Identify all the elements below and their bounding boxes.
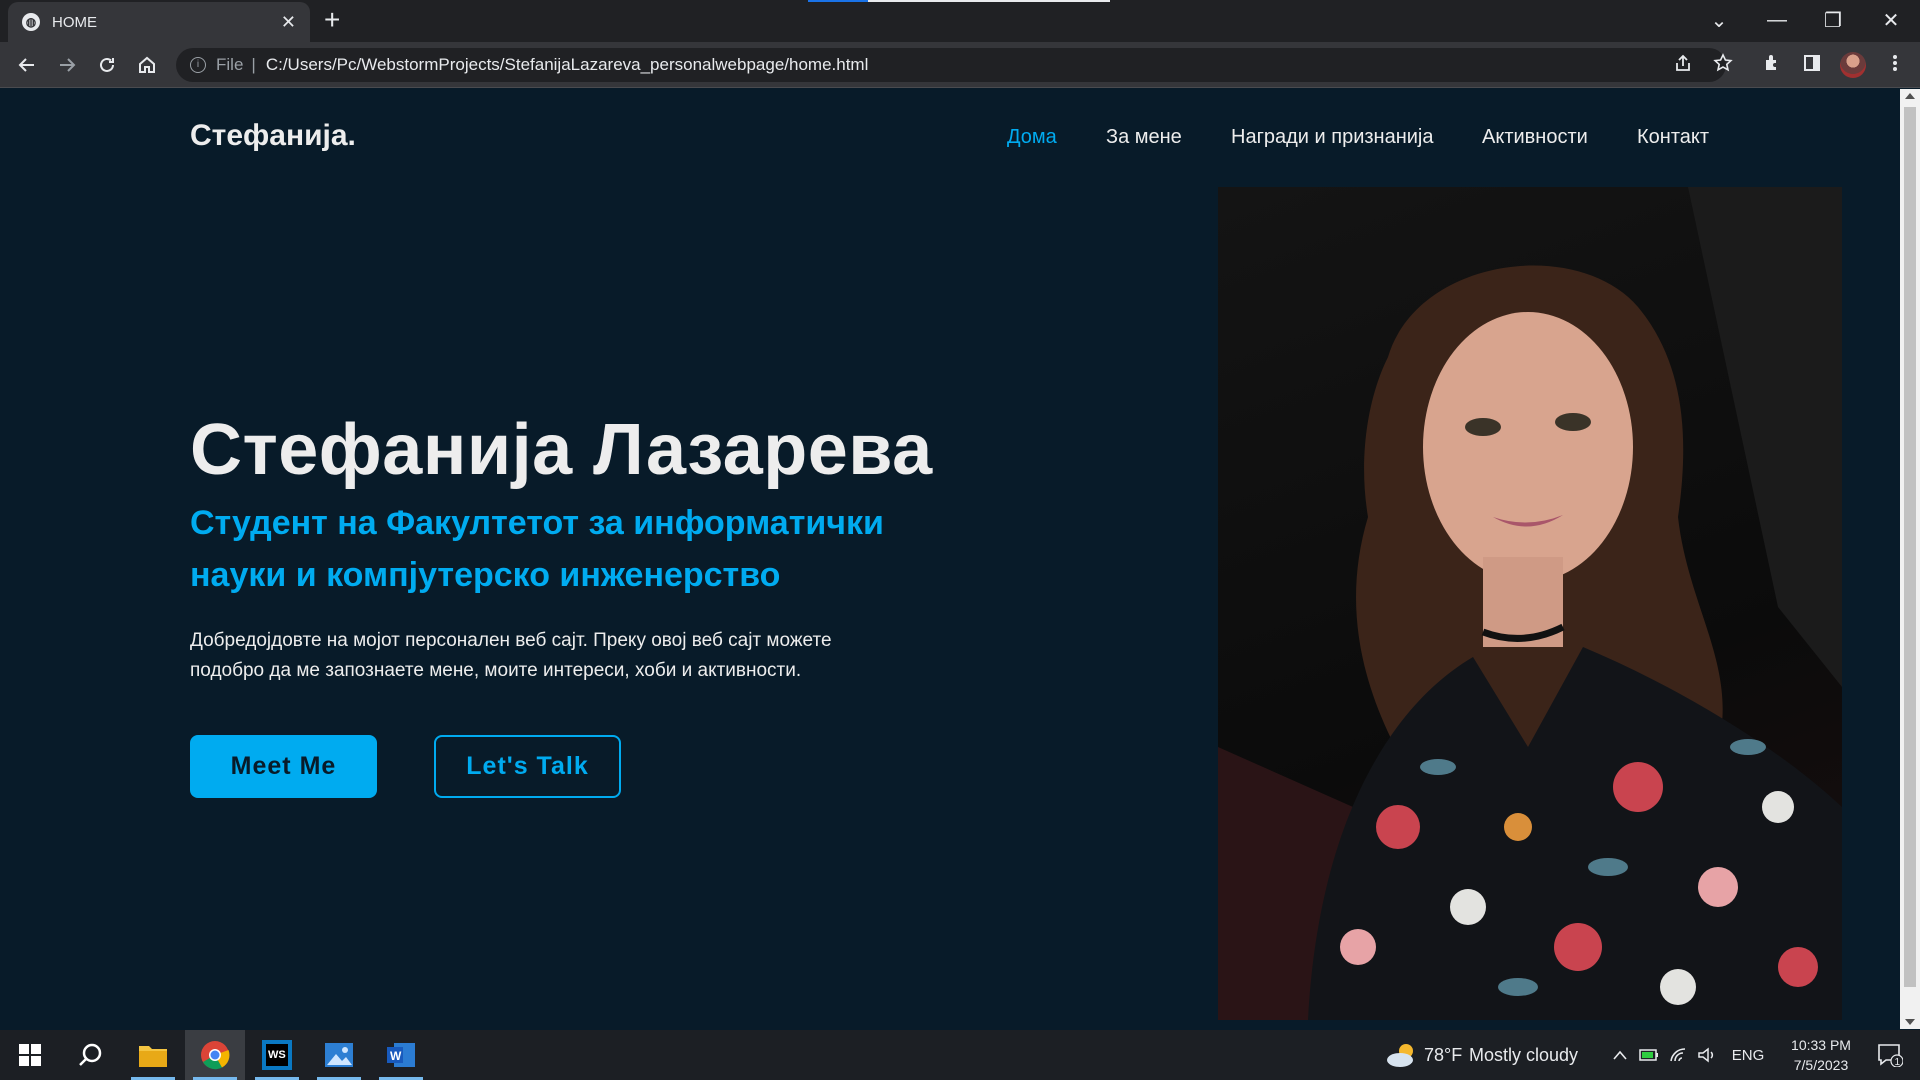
nav-link-activities[interactable]: Активности	[1482, 126, 1588, 149]
tab-title: HOME	[52, 13, 97, 31]
weather-temperature[interactable]: 78°F	[1424, 1045, 1462, 1066]
hero-subtitle: Студент на Факултетот за информатички на…	[190, 504, 884, 594]
clock-time: 10:33 PM	[1791, 1037, 1851, 1053]
nav-link-home[interactable]: Дома	[1007, 126, 1057, 149]
back-icon[interactable]	[12, 50, 42, 80]
side-panel-icon[interactable]	[1797, 48, 1827, 78]
wifi-icon[interactable]	[1666, 1030, 1692, 1080]
meet-me-button[interactable]: Meet Me	[190, 735, 377, 798]
nav-link-about[interactable]: За мене	[1106, 126, 1182, 149]
bookmark-star-icon[interactable]	[1708, 48, 1738, 78]
url-text[interactable]: C:/Users/Pc/WebstormProjects/StefanijaLa…	[266, 55, 869, 75]
hero-intro-text: Добредојдовте на мојот персонален веб са…	[190, 630, 832, 681]
scroll-down-arrow-icon[interactable]	[1905, 1019, 1915, 1025]
nav-link-awards[interactable]: Награди и признанија	[1231, 126, 1433, 149]
scrollbar-thumb[interactable]	[1904, 107, 1916, 987]
chrome-taskbar-icon[interactable]	[185, 1030, 245, 1080]
svg-text:W: W	[390, 1049, 402, 1063]
site-logo[interactable]: Стефанија.	[190, 119, 356, 153]
webpage: Стефанија. Дома За мене Награди и призна…	[0, 89, 1900, 1029]
weather-cloud-icon[interactable]	[1382, 1030, 1422, 1080]
browser-toolbar: i File | C:/Users/Pc/WebstormProjects/St…	[0, 42, 1920, 88]
reload-icon[interactable]	[92, 50, 122, 80]
scheme-label: File	[216, 55, 244, 74]
minimize-button[interactable]: —	[1752, 4, 1802, 36]
nav-link-contact[interactable]: Контакт	[1637, 126, 1709, 149]
address-bar[interactable]: i File | C:/Users/Pc/WebstormProjects/St…	[176, 48, 1726, 82]
weather-condition[interactable]: Mostly cloudy	[1469, 1045, 1578, 1066]
browser-tab[interactable]: ◍ HOME ✕	[8, 2, 310, 42]
clock-date: 7/5/2023	[1793, 1057, 1849, 1073]
language-indicator[interactable]: ENG	[1726, 1030, 1770, 1080]
close-tab-icon[interactable]: ✕	[281, 12, 296, 33]
tab-strip-indicator-accent	[808, 0, 868, 2]
site-info-icon[interactable]: i	[190, 57, 206, 73]
page-scrollbar[interactable]	[1900, 89, 1920, 1029]
lets-talk-button[interactable]: Let's Talk	[434, 735, 621, 798]
file-explorer-icon[interactable]	[123, 1030, 183, 1080]
scheme-separator: |	[251, 55, 256, 74]
volume-icon[interactable]	[1694, 1030, 1720, 1080]
clock[interactable]: 10:33 PM 7/5/2023	[1776, 1030, 1866, 1080]
browser-titlebar: ◍ HOME ✕ + ⌄ — ❐ ✕	[0, 0, 1920, 42]
chevron-up-icon[interactable]	[1608, 1030, 1632, 1080]
tab-search-icon[interactable]: ⌄	[1694, 4, 1744, 36]
notifications-icon[interactable]: 1	[1868, 1030, 1912, 1080]
battery-icon[interactable]	[1636, 1030, 1662, 1080]
home-icon[interactable]	[132, 50, 162, 80]
svg-text:WS: WS	[268, 1049, 286, 1061]
close-window-button[interactable]: ✕	[1866, 4, 1916, 36]
windows-taskbar: WS W 78°F Mostly cloudy ENG 10:33 PM 7/5…	[0, 1030, 1920, 1080]
profile-avatar[interactable]	[1840, 52, 1866, 78]
globe-icon: ◍	[22, 13, 40, 31]
svg-text:1: 1	[1895, 1057, 1901, 1067]
browser-menu-icon[interactable]	[1880, 48, 1910, 78]
windows-start-icon[interactable]	[0, 1030, 60, 1080]
webstorm-icon[interactable]: WS	[247, 1030, 307, 1080]
restore-button[interactable]: ❐	[1808, 4, 1858, 36]
profile-photo	[1218, 187, 1842, 1020]
forward-icon[interactable]	[52, 50, 82, 80]
search-icon[interactable]	[60, 1030, 120, 1080]
photos-icon[interactable]	[309, 1030, 369, 1080]
hero-name: Стефанија Лазарева	[190, 410, 933, 490]
share-icon[interactable]	[1668, 48, 1698, 78]
extensions-icon[interactable]	[1757, 48, 1787, 78]
new-tab-button[interactable]: +	[324, 6, 340, 34]
scroll-up-arrow-icon[interactable]	[1905, 93, 1915, 99]
word-icon[interactable]: W	[371, 1030, 431, 1080]
